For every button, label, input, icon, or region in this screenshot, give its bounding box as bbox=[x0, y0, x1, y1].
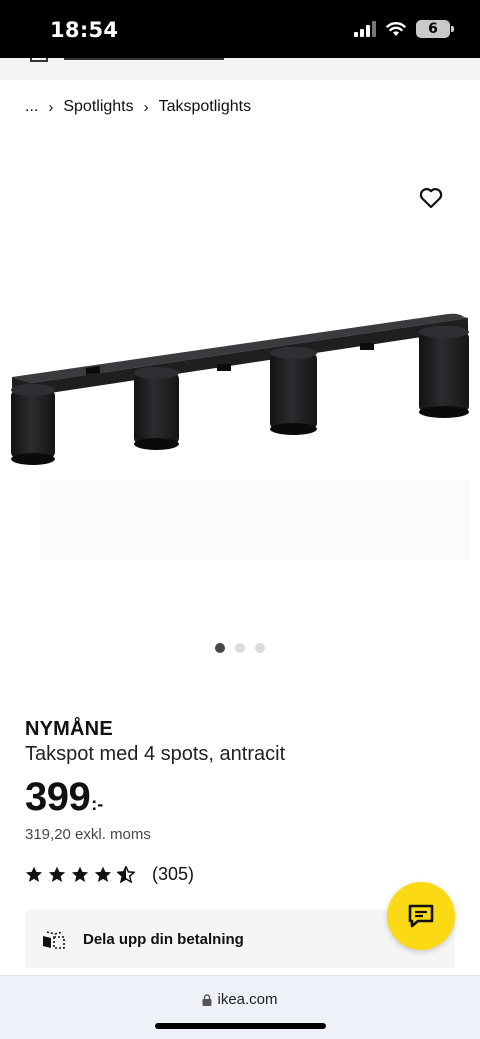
battery-level: 6 bbox=[428, 21, 438, 37]
breadcrumb-item-spotlights[interactable]: Spotlights bbox=[63, 98, 133, 116]
search-field-edge[interactable] bbox=[64, 58, 224, 60]
payment-label: Dela upp din betalning bbox=[83, 930, 244, 948]
carousel-dot-3[interactable] bbox=[255, 643, 265, 653]
star-icon bbox=[25, 866, 43, 882]
spotlight-2 bbox=[134, 367, 179, 450]
page-header bbox=[0, 58, 480, 80]
star-icon bbox=[71, 866, 89, 882]
payment-split-icon bbox=[43, 931, 65, 949]
rating-count: (305) bbox=[152, 864, 195, 884]
menu-icon[interactable] bbox=[30, 58, 48, 62]
spotlight-3 bbox=[270, 347, 317, 435]
carousel-dot-2[interactable] bbox=[235, 643, 245, 653]
breadcrumb-ellipsis[interactable]: ... bbox=[25, 98, 38, 116]
carousel-indicator bbox=[0, 643, 480, 653]
price-suffix: :- bbox=[91, 794, 104, 814]
status-icons: 6 bbox=[354, 20, 454, 38]
product-name: NYMÅNE bbox=[25, 718, 113, 740]
star-icon bbox=[48, 866, 66, 882]
rating-stars bbox=[25, 866, 135, 883]
chat-button[interactable] bbox=[387, 882, 455, 950]
price-excl-vat: 319,20 exkl. moms bbox=[25, 826, 151, 843]
chat-icon bbox=[408, 904, 434, 928]
status-bar: 18:54 6 bbox=[0, 0, 480, 58]
lock-icon bbox=[202, 993, 212, 1006]
breadcrumb-item-takspotlights[interactable]: Takspotlights bbox=[159, 98, 252, 116]
breadcrumb: ... › Spotlights › Takspotlights bbox=[25, 98, 251, 116]
product-image[interactable] bbox=[0, 150, 480, 620]
price-value: 399 bbox=[25, 775, 91, 819]
status-time: 18:54 bbox=[50, 18, 119, 42]
home-indicator bbox=[155, 1023, 326, 1029]
product-rating[interactable]: (305) bbox=[25, 864, 194, 885]
url-text: ikea.com bbox=[217, 991, 278, 1008]
product-price: 399 :- bbox=[25, 775, 103, 820]
heart-icon bbox=[419, 188, 443, 209]
spotlight-4 bbox=[419, 326, 469, 418]
carousel-dot-1[interactable] bbox=[215, 643, 225, 653]
browser-address-bar[interactable]: ikea.com bbox=[0, 975, 480, 1039]
cellular-signal-icon bbox=[354, 21, 376, 37]
fixture-bar bbox=[12, 314, 468, 383]
battery-icon: 6 bbox=[416, 20, 454, 38]
url-display[interactable]: ikea.com bbox=[0, 991, 480, 1008]
star-icon bbox=[94, 866, 112, 882]
favorite-button[interactable] bbox=[415, 182, 447, 214]
product-description: Takspot med 4 spots, antracit bbox=[25, 743, 286, 765]
chevron-right-icon: › bbox=[48, 98, 54, 116]
chevron-right-icon: › bbox=[143, 98, 149, 116]
half-star-icon bbox=[117, 866, 135, 883]
spotlight-1 bbox=[11, 384, 55, 465]
wifi-icon bbox=[386, 22, 406, 36]
